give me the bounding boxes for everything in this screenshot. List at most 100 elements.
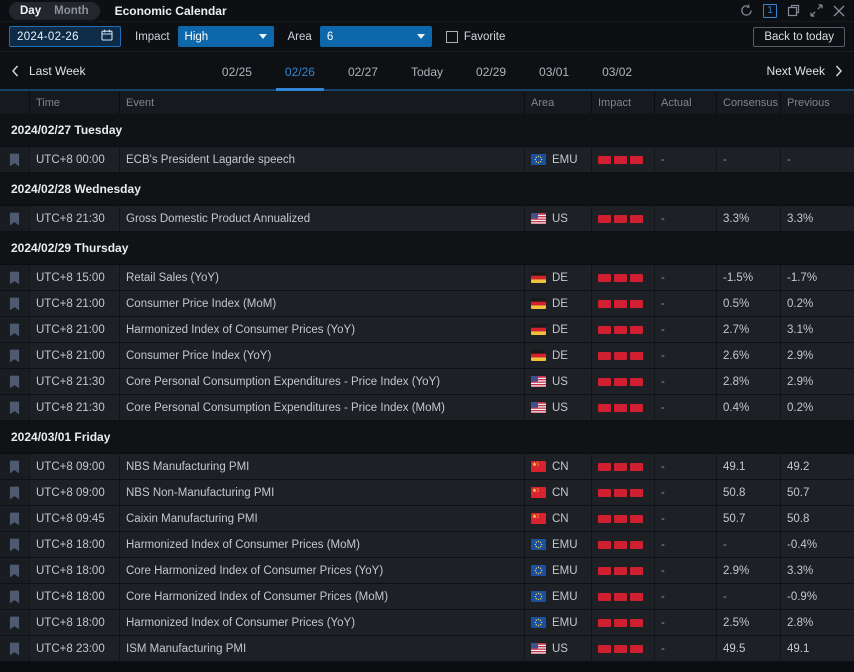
bookmark-icon[interactable] [0,454,30,479]
last-week-button[interactable]: Last Week [11,64,85,78]
event-actual: - [655,317,717,342]
event-previous: 0.2% [781,395,854,420]
date-picker[interactable]: 2024-02-26 [9,26,121,47]
bookmark-icon[interactable] [0,206,30,231]
event-name: NBS Non-Manufacturing PMI [120,480,525,505]
header-impact: Impact [592,91,655,114]
impact-indicator [592,317,655,342]
event-time: UTC+8 09:45 [30,506,120,531]
area-code: US [552,402,568,414]
cn-flag-icon [531,461,546,472]
bookmark-icon[interactable] [0,636,30,661]
de-flag-icon [531,324,546,335]
event-previous: 50.8 [781,506,854,531]
close-icon[interactable] [833,5,845,17]
date-strip-item[interactable]: 02/26 [280,52,320,91]
area-label: Area [288,31,312,43]
event-row[interactable]: UTC+8 18:00Harmonized Index of Consumer … [0,610,854,636]
event-row[interactable]: UTC+8 21:00Consumer Price Index (MoM)DE-… [0,291,854,317]
event-row[interactable]: UTC+8 21:00Harmonized Index of Consumer … [0,317,854,343]
date-strip-item[interactable]: 02/27 [343,52,383,91]
event-actual: - [655,610,717,635]
window-controls: 1 [740,4,845,18]
bookmark-icon[interactable] [0,480,30,505]
event-previous: 49.2 [781,454,854,479]
area-code: US [552,213,568,225]
impact-bars-icon [598,274,646,282]
next-week-button[interactable]: Next Week [767,64,843,78]
event-row[interactable]: UTC+8 09:45Caixin Manufacturing PMICN-50… [0,506,854,532]
us-flag-icon [531,643,546,654]
tab-day[interactable]: Day [20,5,41,17]
cn-flag-icon [531,513,546,524]
event-row[interactable]: UTC+8 09:00NBS Manufacturing PMICN-49.14… [0,454,854,480]
event-row[interactable]: UTC+8 15:00Retail Sales (YoY)DE--1.5%-1.… [0,265,854,291]
event-area: EMU [525,558,592,583]
event-row[interactable]: UTC+8 18:00Core Harmonized Index of Cons… [0,584,854,610]
impact-bars-icon [598,352,646,360]
bookmark-icon[interactable] [0,610,30,635]
event-row[interactable]: UTC+8 23:00ISM Manufacturing PMIUS-49.54… [0,636,854,662]
us-flag-icon [531,376,546,387]
back-to-today-button[interactable]: Back to today [753,27,845,47]
event-previous: 2.9% [781,369,854,394]
event-actual: - [655,558,717,583]
date-strip-item[interactable]: 03/02 [597,52,637,91]
event-row[interactable]: UTC+8 21:30Core Personal Consumption Exp… [0,369,854,395]
area-code: DE [552,272,568,284]
bookmark-icon[interactable] [0,584,30,609]
event-row[interactable]: UTC+8 21:30Gross Domestic Product Annual… [0,206,854,232]
bookmark-icon[interactable] [0,558,30,583]
area-code: EMU [552,539,578,551]
date-strip-item[interactable]: Today [406,52,448,91]
refresh-icon[interactable] [740,4,753,17]
bookmark-icon[interactable] [0,317,30,342]
bookmark-icon[interactable] [0,265,30,290]
chevron-down-icon [417,34,425,39]
favorite-checkbox[interactable] [446,31,458,43]
event-actual: - [655,265,717,290]
event-consensus: -1.5% [717,265,781,290]
bookmark-icon[interactable] [0,147,30,172]
bookmark-icon[interactable] [0,343,30,368]
event-row[interactable]: UTC+8 21:30Core Personal Consumption Exp… [0,395,854,421]
event-time: UTC+8 21:00 [30,291,120,316]
impact-bars-icon [598,326,646,334]
area-code: DE [552,298,568,310]
event-consensus: 0.4% [717,395,781,420]
event-actual: - [655,369,717,394]
event-actual: - [655,584,717,609]
bookmark-icon[interactable] [0,532,30,557]
chevron-right-icon [835,65,843,77]
duplicate-window-icon[interactable] [787,4,800,17]
date-strip-item[interactable]: 03/01 [534,52,574,91]
expand-icon[interactable] [810,4,823,17]
event-previous: 2.8% [781,610,854,635]
bookmark-icon[interactable] [0,395,30,420]
bookmark-icon[interactable] [0,369,30,394]
event-row[interactable]: UTC+8 18:00Core Harmonized Index of Cons… [0,558,854,584]
impact-bars-icon [598,619,646,627]
event-time: UTC+8 21:30 [30,369,120,394]
date-strip-item[interactable]: 02/25 [217,52,257,91]
bookmark-icon[interactable] [0,291,30,316]
section-date-header: 2024/02/27 Tuesday [0,114,854,147]
event-time: UTC+8 18:00 [30,532,120,557]
date-strip-item[interactable]: 02/29 [471,52,511,91]
bookmark-icon[interactable] [0,506,30,531]
favorite-filter[interactable]: Favorite [446,31,506,43]
eu-flag-icon [531,154,546,165]
impact-select[interactable]: High [178,26,274,47]
event-row[interactable]: UTC+8 21:00Consumer Price Index (YoY)DE-… [0,343,854,369]
event-row[interactable]: UTC+8 09:00NBS Non-Manufacturing PMICN-5… [0,480,854,506]
event-row[interactable]: UTC+8 18:00Harmonized Index of Consumer … [0,532,854,558]
event-previous: -1.7% [781,265,854,290]
event-previous: 2.9% [781,343,854,368]
tab-count-badge[interactable]: 1 [763,4,777,18]
area-select[interactable]: 6 [320,26,432,47]
event-row[interactable]: UTC+8 00:00ECB's President Lagarde speec… [0,147,854,173]
tab-month[interactable]: Month [54,5,88,17]
next-week-label: Next Week [767,64,825,78]
event-area: DE [525,343,592,368]
eu-flag-icon [531,565,546,576]
